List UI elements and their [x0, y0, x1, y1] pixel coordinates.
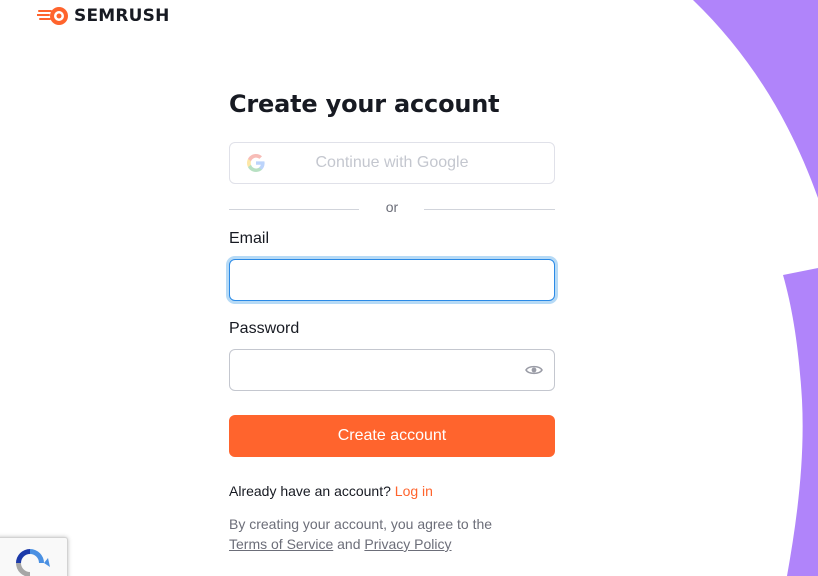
login-prompt-text: Already have an account? [229, 483, 391, 499]
terms-prefix-text: By creating your account, you agree to t… [229, 516, 493, 532]
google-button-label: Continue with Google [315, 154, 469, 171]
log-in-link[interactable]: Log in [395, 483, 433, 499]
divider-text: or [385, 199, 399, 215]
eye-icon[interactable] [525, 362, 543, 378]
semrush-logo[interactable]: SEMRUSH [37, 5, 170, 27]
password-field[interactable] [229, 349, 555, 391]
login-prompt-line: Already have an account? Log in [229, 483, 433, 499]
terms-of-service-link[interactable]: Terms of Service [229, 536, 333, 552]
page-title: Create your account [229, 90, 500, 118]
purple-arc-bottom [783, 268, 818, 576]
recaptcha-badge[interactable] [0, 537, 68, 576]
brand-name: SEMRUSH [74, 6, 170, 26]
terms-notice: By creating your account, you agree to t… [229, 514, 555, 554]
purple-arc-top [693, 0, 818, 198]
google-g-icon [247, 154, 265, 172]
signup-page: SEMRUSH Create your account Continue wit… [0, 0, 818, 576]
privacy-policy-link[interactable]: Privacy Policy [364, 536, 451, 552]
continue-with-google-button[interactable]: Continue with Google [229, 142, 555, 184]
password-label: Password [229, 320, 300, 337]
email-field[interactable] [229, 259, 555, 301]
email-label: Email [229, 230, 270, 247]
create-account-button[interactable]: Create account [229, 415, 555, 457]
semrush-fireball-icon [37, 7, 68, 25]
or-divider: or [229, 198, 555, 218]
signup-form: Create your account Continue with Google… [229, 86, 555, 552]
recaptcha-icon [16, 549, 50, 576]
terms-and-text: and [337, 536, 361, 552]
divider-line-right [424, 209, 555, 210]
